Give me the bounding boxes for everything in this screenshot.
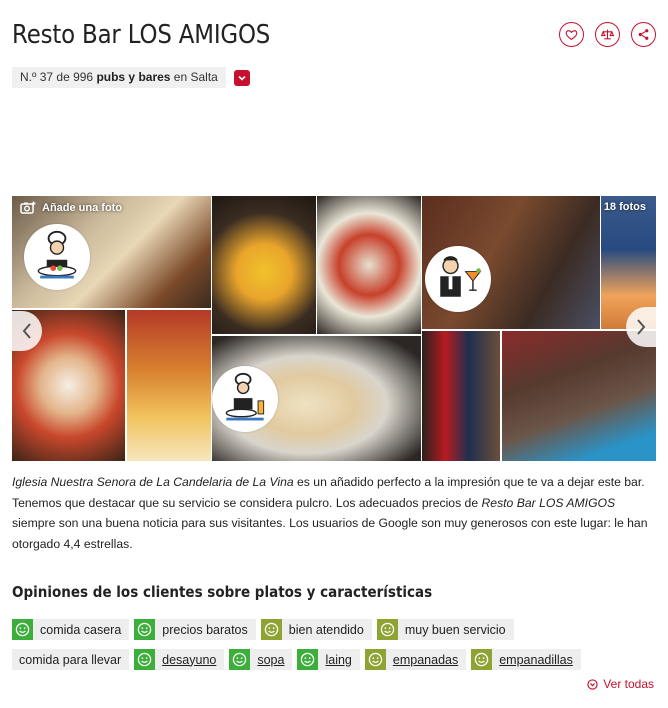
tag-laing[interactable]: laing xyxy=(297,649,360,670)
waiter-cocktail-badge-icon xyxy=(425,246,491,312)
smiley-icon xyxy=(376,619,398,640)
smiley-icon xyxy=(364,649,386,670)
smiley-icon xyxy=(297,649,319,670)
tag-label: comida para llevar xyxy=(19,652,122,667)
scales-icon xyxy=(601,29,614,40)
drink-photo[interactable] xyxy=(502,331,656,461)
tag-desayuno[interactable]: desayuno xyxy=(134,649,225,670)
chevron-right-icon xyxy=(637,319,646,335)
smiley-icon xyxy=(471,649,493,670)
tag-label: laing xyxy=(325,652,352,667)
chevron-left-icon xyxy=(22,323,31,339)
smiley-icon xyxy=(12,619,33,640)
ranking-suffix: en Salta xyxy=(170,70,218,84)
tag-label: muy buen servicio xyxy=(404,622,506,637)
ranking-badge[interactable]: N.º 37 de 996 pubs y bares en Salta xyxy=(12,67,226,88)
tag-empanadillas[interactable]: empanadillas xyxy=(471,649,581,670)
tag-row: comida casera precios baratos bien atend… xyxy=(12,619,656,640)
photo-gallery: Añade una foto 18 fotos xyxy=(12,196,656,461)
tag-label: comida casera xyxy=(40,622,122,637)
opinions-title: Opiniones de los clientes sobre platos y… xyxy=(12,583,433,601)
photo-count-label: 18 fotos xyxy=(603,201,646,213)
ranking-category: pubs y bares xyxy=(96,70,171,84)
tag-label: precios baratos xyxy=(162,622,248,637)
tag-empanadas[interactable]: empanadas xyxy=(364,649,467,670)
share-icon xyxy=(638,29,649,40)
photo-count-link[interactable]: 18 fotos xyxy=(604,201,646,213)
share-button[interactable] xyxy=(631,22,656,47)
description-part-2: siempre son una buena noticia para sus v… xyxy=(12,516,648,551)
page-title: Resto Bar LOS AMIGOS xyxy=(12,20,271,50)
chef-dish-badge-icon xyxy=(24,224,90,290)
chevron-circle-down-icon xyxy=(587,678,598,690)
see-all-label: Ver todas xyxy=(603,677,654,691)
ranking-dropdown-button[interactable] xyxy=(234,70,250,86)
chef-drink-badge-icon xyxy=(212,366,278,432)
favorite-button[interactable] xyxy=(559,22,584,47)
food-photo[interactable] xyxy=(127,310,211,461)
tag-row: comida para llevar desayuno sopa laing e… xyxy=(12,649,656,670)
compare-button[interactable] xyxy=(595,22,620,47)
nearby-place-name: Iglesia Nuestra Senora de La Candelaria … xyxy=(12,475,294,489)
tag-label: bien atendido xyxy=(288,622,364,637)
food-photo[interactable] xyxy=(212,196,316,334)
heart-icon xyxy=(565,30,578,41)
smiley-icon xyxy=(260,619,282,640)
tag-muy-buen-servicio[interactable]: muy buen servicio xyxy=(376,619,514,640)
tag-precios-baratos[interactable]: precios baratos xyxy=(134,619,256,640)
see-all-link[interactable]: Ver todas xyxy=(587,677,654,691)
tag-label: empanadas xyxy=(392,652,459,667)
header-actions xyxy=(559,22,656,47)
opinion-tags: comida casera precios baratos bien atend… xyxy=(12,619,656,679)
add-photo-button[interactable]: Añade una foto xyxy=(20,201,122,215)
tag-comida-para-llevar[interactable]: comida para llevar xyxy=(12,649,130,670)
smiley-icon xyxy=(134,649,156,670)
tag-label: sopa xyxy=(257,652,285,667)
tag-bien-atendido[interactable]: bien atendido xyxy=(260,619,372,640)
add-photo-label: Añade una foto xyxy=(42,202,123,214)
camera-plus-icon xyxy=(20,201,36,214)
tag-label: desayuno xyxy=(162,652,217,667)
chevron-down-icon xyxy=(238,75,246,81)
tag-sopa[interactable]: sopa xyxy=(229,649,293,670)
drink-photo[interactable] xyxy=(422,331,500,461)
ranking-prefix: N.º 37 de 996 xyxy=(20,70,97,84)
smiley-icon xyxy=(229,649,251,670)
food-photo[interactable] xyxy=(317,196,421,334)
restaurant-name: Resto Bar LOS AMIGOS xyxy=(481,495,616,510)
tag-comida-casera[interactable]: comida casera xyxy=(12,619,130,640)
description-text: Iglesia Nuestra Senora de La Candelaria … xyxy=(12,472,656,554)
smiley-icon xyxy=(134,619,156,640)
tag-label: empanadillas xyxy=(499,652,573,667)
